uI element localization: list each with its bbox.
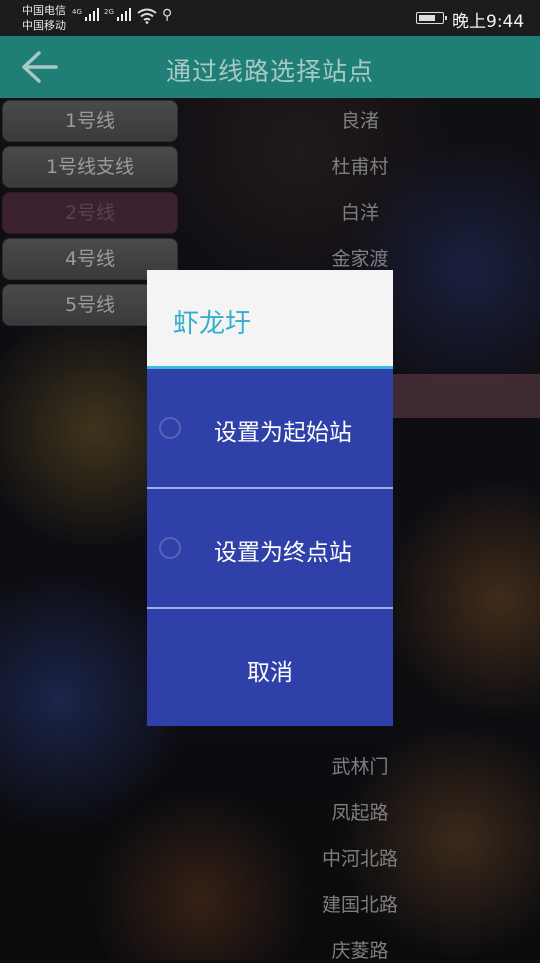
set-end-station-option[interactable]: 设置为终点站 bbox=[147, 489, 393, 607]
start-radio-icon[interactable] bbox=[159, 417, 181, 439]
dialog-header: 虾龙圩 bbox=[147, 270, 393, 366]
set-end-station-label: 设置为终点站 bbox=[214, 540, 352, 566]
carrier-names: 中国电信 中国移动 bbox=[22, 3, 66, 33]
status-time: 晚上9:44 bbox=[452, 12, 525, 32]
cancel-label: 取消 bbox=[247, 660, 293, 686]
network-type-2: 2G bbox=[104, 8, 114, 16]
app-bar: 通过线路选择站点 bbox=[0, 36, 540, 98]
set-start-station-option[interactable]: 设置为起始站 bbox=[147, 369, 393, 487]
battery-icon bbox=[416, 12, 447, 24]
network-type-1: 4G bbox=[72, 8, 82, 16]
dialog-title: 虾龙圩 bbox=[173, 309, 252, 339]
signal-1-icon: 4G bbox=[72, 8, 99, 21]
usb-icon: ⚲ bbox=[162, 7, 173, 23]
page-title: 通过线路选择站点 bbox=[165, 57, 374, 86]
battery-fill bbox=[419, 15, 435, 21]
carrier-1: 中国电信 bbox=[22, 4, 66, 17]
cancel-button[interactable]: 取消 bbox=[147, 609, 393, 726]
carrier-2: 中国移动 bbox=[22, 19, 66, 32]
wifi-icon bbox=[137, 8, 157, 24]
status-bar: 中国电信 中国移动 4G 2G ⚲ 晚上9:44 bbox=[0, 0, 540, 36]
signal-2-icon: 2G bbox=[104, 8, 131, 21]
dialog-body: 设置为起始站 设置为终点站 取消 bbox=[147, 369, 393, 726]
station-action-dialog: 虾龙圩 设置为起始站 设置为终点站 取消 bbox=[147, 270, 393, 726]
end-radio-icon[interactable] bbox=[159, 537, 181, 559]
set-start-station-label: 设置为起始站 bbox=[214, 420, 352, 446]
